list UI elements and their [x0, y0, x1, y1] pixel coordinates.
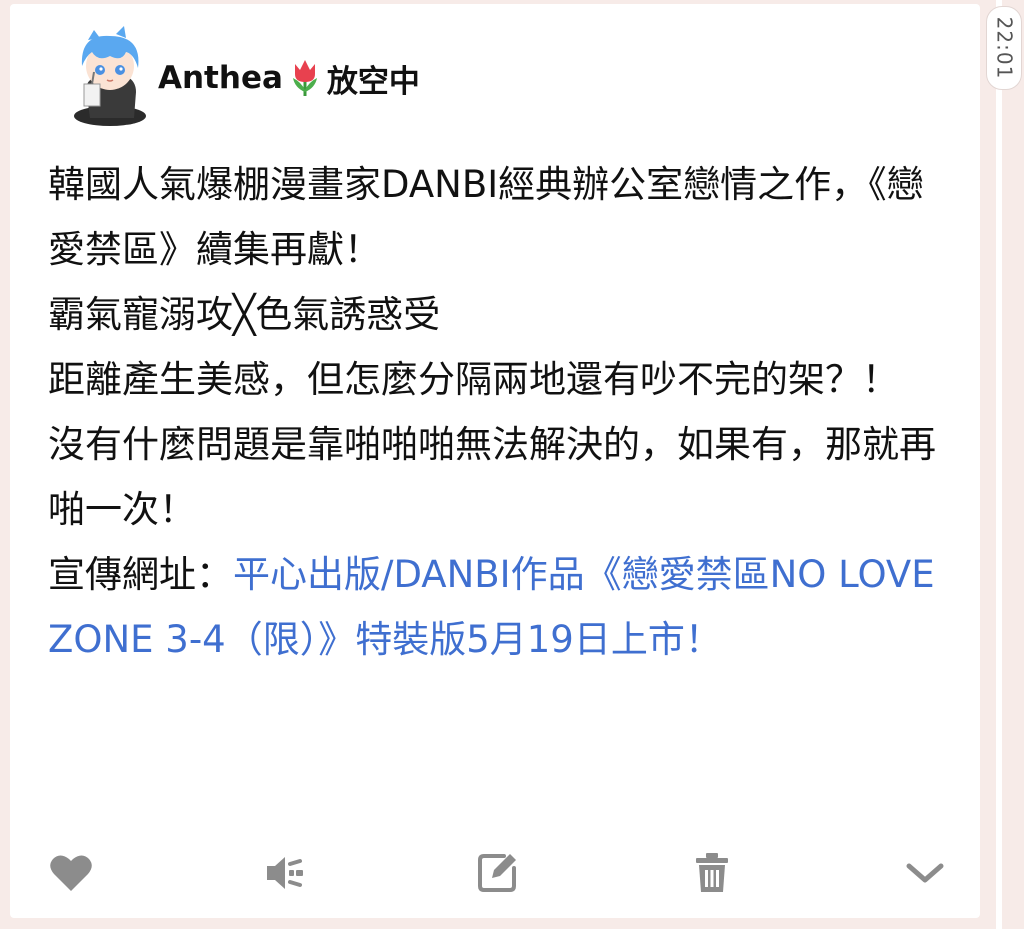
promo-label: 宣傳網址： — [48, 553, 233, 596]
avatar[interactable] — [64, 26, 154, 130]
edit-icon[interactable] — [475, 850, 521, 896]
post-body: 韓國人氣爆棚漫畫家DANBI經典辦公室戀情之作，《戀愛禁區》續集再獻！ 霸氣寵溺… — [48, 152, 953, 672]
author-name[interactable]: Anthea — [158, 60, 283, 96]
post-header: Anthea 放空中 — [64, 24, 420, 132]
post-line: 沒有什麼問題是靠啪啪啪無法解決的，如果有，那就再啪一次！ — [48, 423, 936, 531]
side-rail — [980, 0, 1024, 929]
tulip-icon — [289, 58, 321, 98]
heart-icon[interactable] — [48, 850, 94, 896]
time-text: 22:01 — [992, 16, 1017, 80]
speaker-icon[interactable] — [262, 850, 308, 896]
user-status: 放空中 — [326, 63, 420, 100]
post-line: 霸氣寵溺攻╳色氣誘惑受 — [48, 293, 441, 336]
trash-icon[interactable] — [689, 850, 735, 896]
chevron-down-icon[interactable] — [902, 850, 948, 896]
post-line: 韓國人氣爆棚漫畫家DANBI經典辦公室戀情之作，《戀愛禁區》續集再獻！ — [48, 163, 924, 271]
time-badge: 22:01 — [986, 6, 1022, 90]
rail-divider — [996, 0, 1002, 929]
post-line: 距離產生美感，但怎麼分隔兩地還有吵不完的架？！ — [48, 358, 899, 401]
action-bar — [48, 848, 948, 898]
promo-paragraph: 宣傳網址：平心出版/DANBI作品《戀愛禁區NO LOVE ZONE 3-4（限… — [48, 542, 953, 672]
